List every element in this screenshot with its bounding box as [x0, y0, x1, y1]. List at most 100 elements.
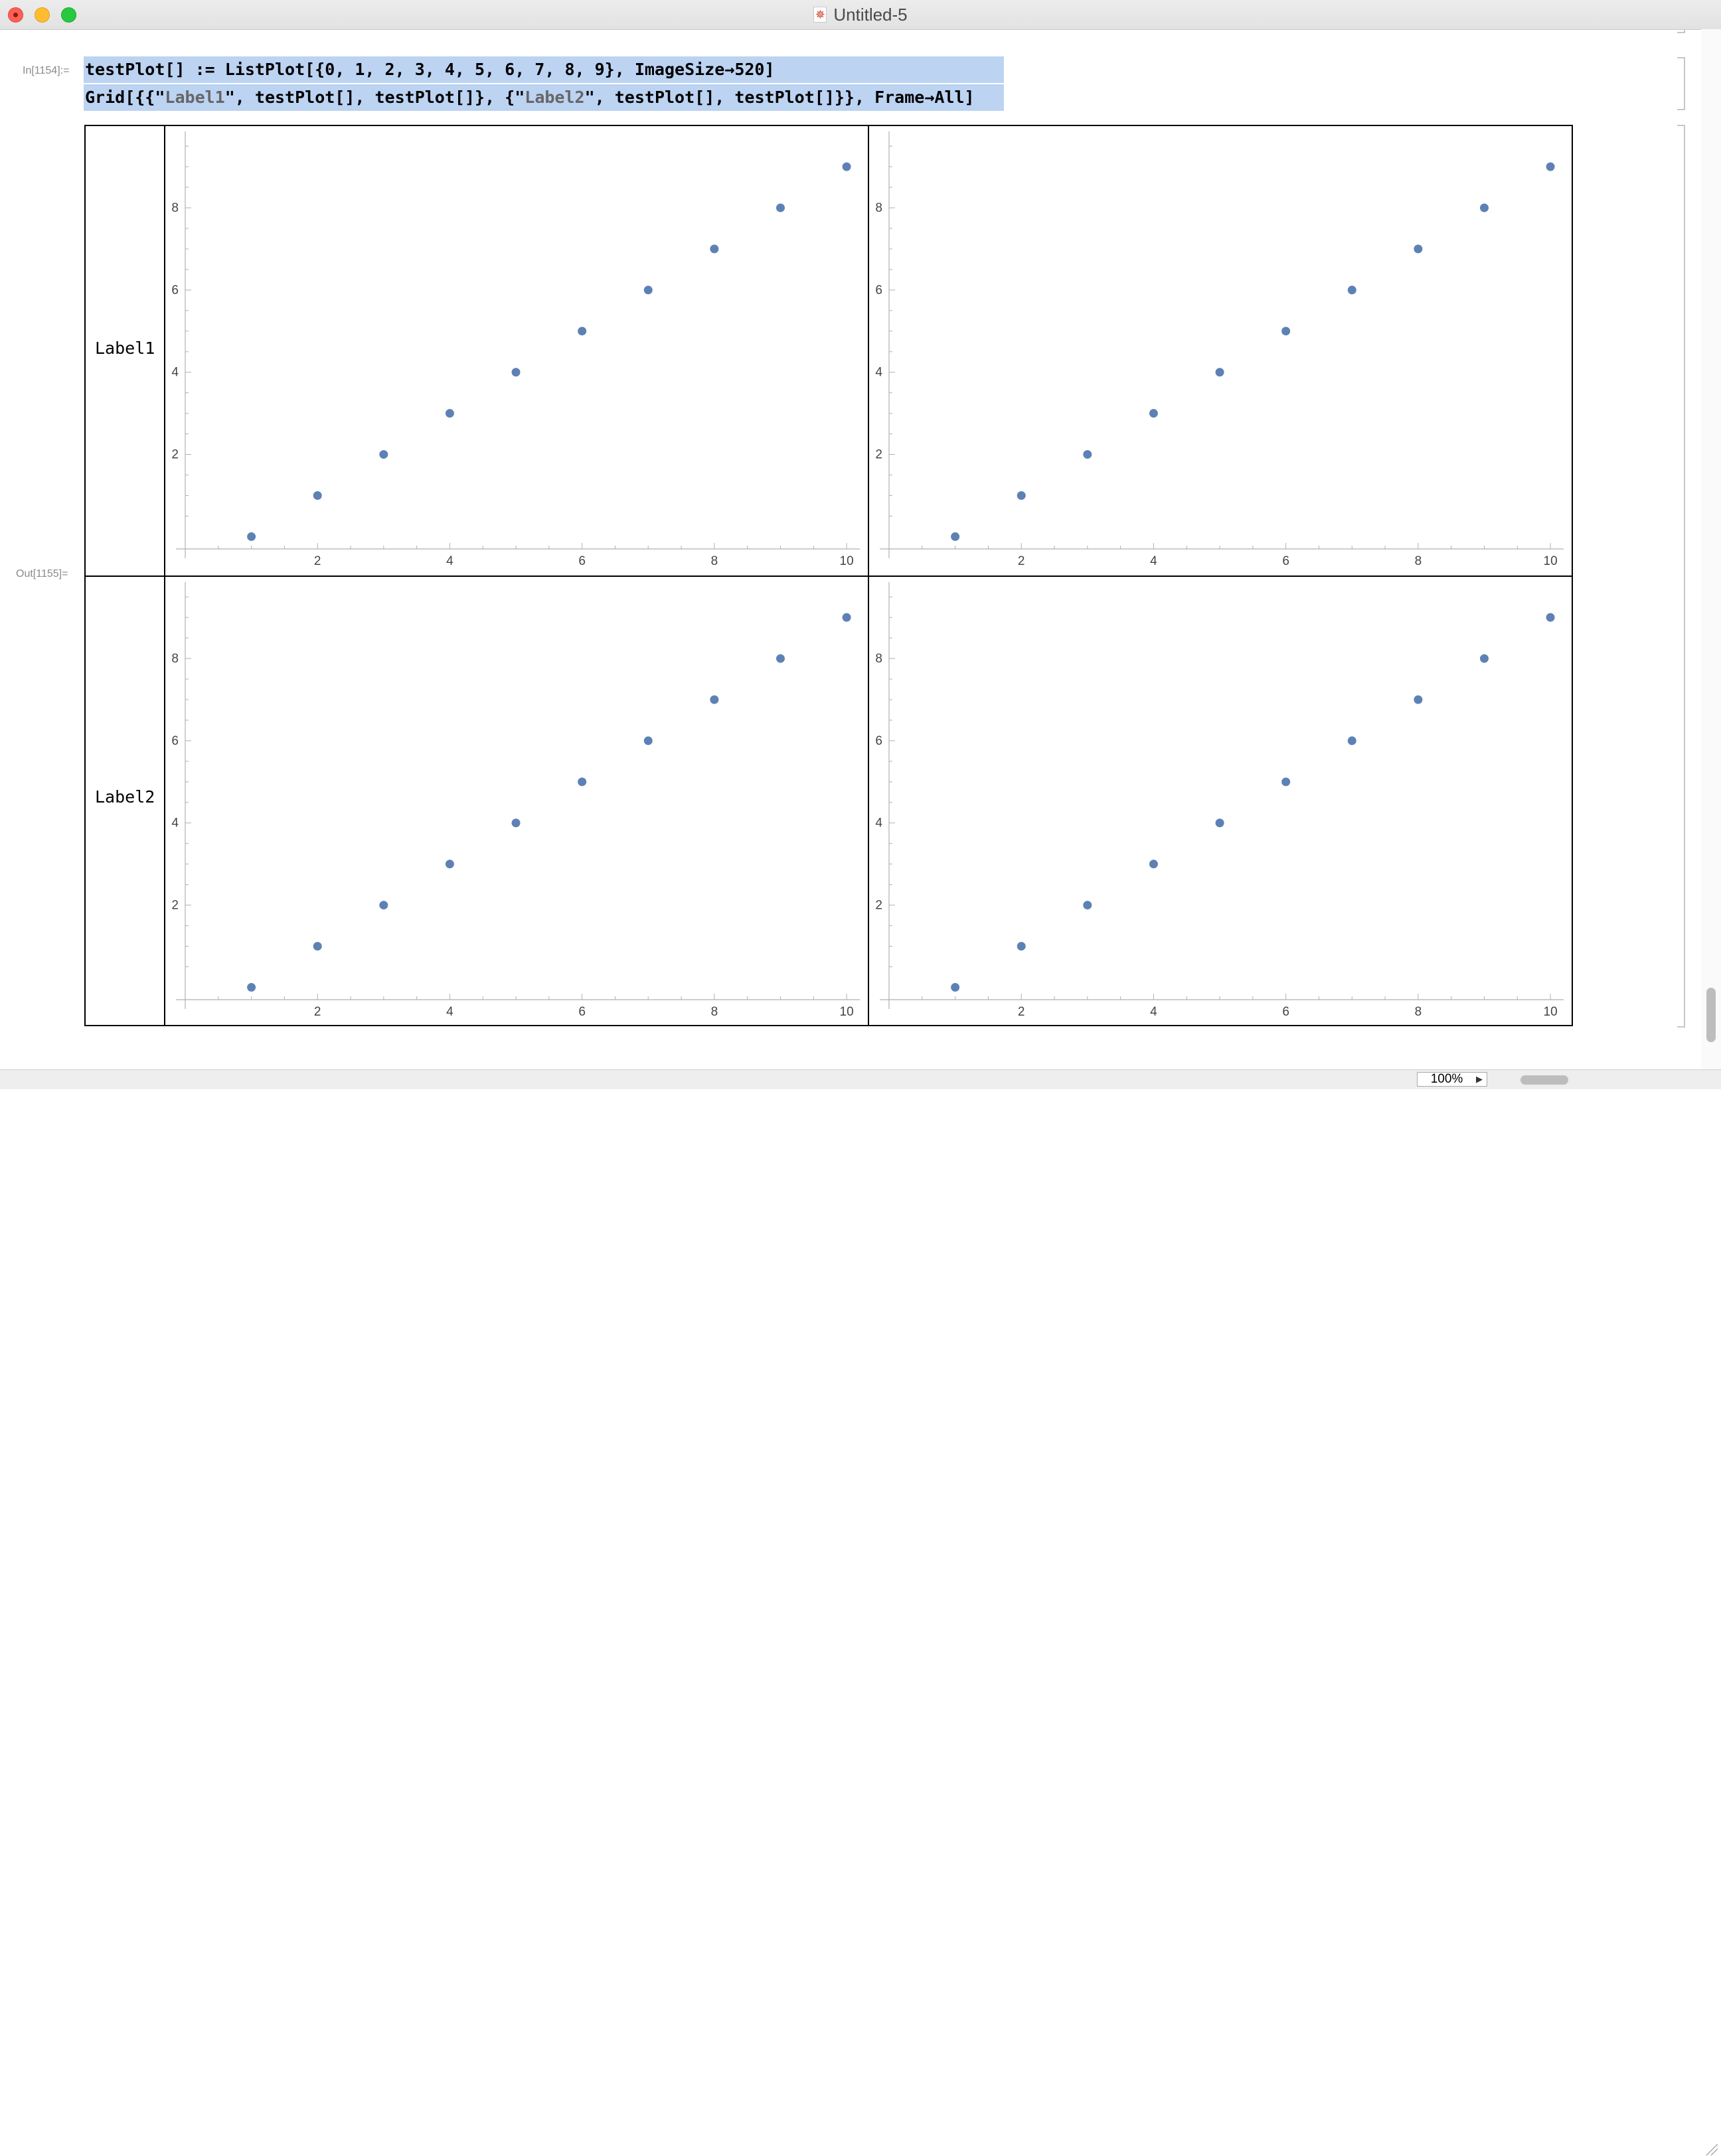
vertical-scrollbar-track[interactable]	[1701, 29, 1721, 1069]
data-point	[1281, 777, 1291, 787]
code-text: ", testPlot[], testPlot[]}, {"	[224, 88, 525, 107]
y-tick-label: 6	[875, 283, 882, 297]
output-cell-label: Out[1155]=	[16, 568, 68, 579]
x-tick-label: 6	[578, 554, 586, 568]
x-tick-label: 6	[1282, 1005, 1289, 1019]
x-tick-label: 10	[1544, 1005, 1558, 1019]
data-point	[1281, 327, 1291, 336]
data-point	[313, 942, 322, 951]
code-line-1[interactable]: testPlot[] := ListPlot[{0, 1, 2, 3, 4, 5…	[84, 56, 1004, 83]
data-point	[951, 532, 960, 541]
x-tick-label: 4	[1150, 1005, 1157, 1019]
data-point	[1479, 654, 1489, 663]
horizontal-scrollbar-thumb[interactable]	[1520, 1075, 1568, 1085]
plot-row2-col2: 2 4 6 8 10 2 4 6 8	[870, 578, 1570, 1025]
y-tick-label: 2	[875, 899, 882, 913]
x-tick-label: 8	[1415, 554, 1422, 568]
data-point	[776, 654, 785, 663]
y-tick-label: 2	[171, 899, 179, 913]
code-text: Grid[{{"	[85, 88, 165, 107]
y-tick-label: 4	[171, 366, 179, 380]
y-tick-label: 8	[875, 201, 882, 215]
y-tick-label: 6	[171, 283, 179, 297]
code-text: ", testPlot[], testPlot[]}}, Frame→All]	[584, 88, 975, 107]
data-point	[710, 244, 719, 254]
code-line-2[interactable]: Grid[{{"Label1", testPlot[], testPlot[]}…	[84, 84, 1004, 111]
data-point	[1546, 162, 1555, 171]
data-point	[247, 982, 256, 992]
data-point	[1017, 491, 1026, 501]
x-tick-label: 2	[1018, 1005, 1025, 1019]
data-point	[1215, 818, 1224, 828]
resize-grip-icon[interactable]	[1704, 2141, 1718, 2156]
data-point	[445, 409, 454, 418]
data-point	[710, 695, 719, 704]
data-point	[1414, 695, 1423, 704]
data-point	[445, 860, 454, 869]
vertical-scrollbar-thumb[interactable]	[1706, 988, 1716, 1042]
data-point	[1414, 244, 1423, 254]
code-string: Label1	[165, 88, 225, 107]
x-tick-label: 4	[446, 554, 453, 568]
data-point	[1546, 613, 1555, 622]
data-point	[578, 327, 587, 336]
data-point	[379, 450, 388, 459]
data-point	[1347, 736, 1356, 745]
input-cell-bracket[interactable]	[1677, 57, 1685, 110]
plot-row2-col1: 2 4 6 8 10 2 4 6 8	[167, 578, 866, 1025]
x-tick-label: 4	[1150, 554, 1157, 568]
data-point	[511, 368, 521, 377]
data-point	[643, 736, 653, 745]
mathematica-notebook-icon: ✵	[813, 7, 827, 23]
data-point	[776, 203, 785, 212]
data-point	[1083, 450, 1092, 459]
plot-row1-col2: 2 4 6 8 10 2 4 6 8	[870, 127, 1570, 574]
data-point	[313, 491, 322, 501]
y-tick-label: 2	[171, 448, 179, 462]
y-tick-label: 4	[875, 366, 882, 380]
data-point	[1017, 942, 1026, 951]
output-grid: Label1 Label2 2 4 6 8 10 2 4 6 8 2 4 6 8 10 2 4 6 8 2 4 6 8…	[84, 125, 1573, 1026]
x-tick-label: 8	[1415, 1005, 1422, 1019]
window-title-group: ✵ Untitled-5	[0, 0, 1721, 29]
zoom-level: 100%	[1430, 1072, 1463, 1086]
data-point	[379, 901, 388, 910]
y-tick-label: 8	[171, 201, 179, 215]
x-tick-label: 2	[314, 1005, 321, 1019]
status-bar: 100% ▶	[0, 1069, 1721, 2156]
data-point	[1149, 860, 1158, 869]
code-text: testPlot[] := ListPlot[{0, 1, 2, 3, 4, 5…	[85, 60, 775, 79]
y-tick-label: 4	[171, 816, 179, 830]
data-point	[842, 613, 851, 622]
notebook-window: ✵ Untitled-5 In[1154]:= Out[1155]= testP…	[0, 0, 1721, 2156]
triangle-right-icon: ▶	[1476, 1074, 1483, 1084]
x-tick-label: 2	[314, 554, 321, 568]
y-tick-label: 2	[875, 448, 882, 462]
x-tick-label: 8	[711, 554, 718, 568]
row-label-1: Label1	[95, 339, 155, 358]
data-point	[643, 285, 653, 295]
input-cell-label: In[1154]:=	[23, 65, 70, 76]
zoom-menu[interactable]: 100% ▶	[1417, 1072, 1487, 1087]
data-point	[951, 982, 960, 992]
x-tick-label: 10	[1544, 554, 1558, 568]
grid-row-divider	[86, 576, 1572, 577]
x-tick-label: 10	[840, 554, 854, 568]
y-tick-label: 4	[875, 816, 882, 830]
data-point	[511, 818, 521, 828]
data-point	[1479, 203, 1489, 212]
code-string: Label2	[525, 88, 585, 107]
x-tick-label: 8	[711, 1005, 718, 1019]
y-tick-label: 8	[875, 652, 882, 666]
data-point	[1347, 285, 1356, 295]
x-tick-label: 4	[446, 1005, 453, 1019]
title-bar: ✵ Untitled-5	[0, 0, 1721, 30]
data-point	[1083, 901, 1092, 910]
data-point	[1149, 409, 1158, 418]
output-cell-bracket[interactable]	[1677, 125, 1685, 1028]
x-tick-label: 10	[840, 1005, 854, 1019]
top-cell-bracket[interactable]	[1677, 29, 1685, 33]
y-tick-label: 6	[171, 734, 179, 748]
window-title: Untitled-5	[833, 4, 908, 25]
x-tick-label: 6	[578, 1005, 586, 1019]
